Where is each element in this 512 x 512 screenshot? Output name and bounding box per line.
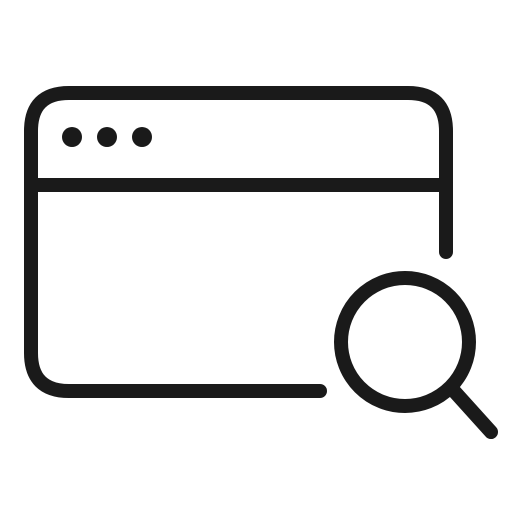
window-control-dot-2 [97, 127, 117, 147]
magnifier-handle [447, 384, 498, 439]
browser-window-outline [24, 86, 453, 398]
window-control-dot-1 [62, 127, 82, 147]
browser-search-icon-canvas [0, 0, 512, 512]
browser-window-search-icon [24, 86, 498, 439]
magnifier-icon [334, 271, 498, 439]
window-control-dot-3 [132, 127, 152, 147]
window-control-dots [62, 127, 152, 147]
